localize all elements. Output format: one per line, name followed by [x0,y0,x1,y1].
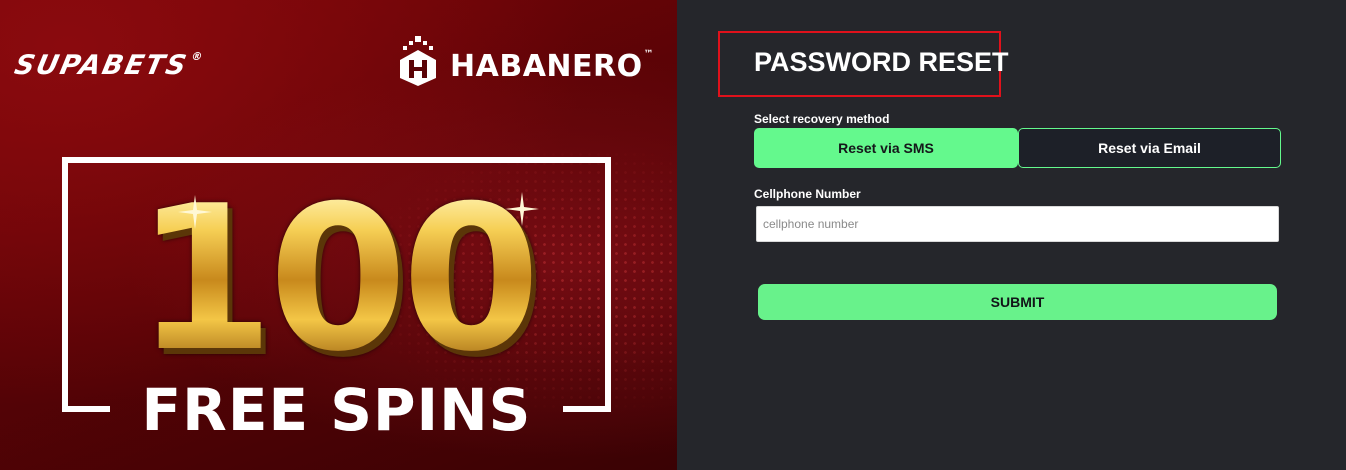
habanero-h-icon [400,36,436,86]
supabets-registered-mark: ® [190,50,206,63]
sparkle-icon [505,192,539,226]
cellphone-number-input[interactable] [756,206,1279,242]
headline-text: FREE SPINS [62,380,611,440]
promo-banner: SUPABETS® HABANERO™ 100 FREE SPINS [0,0,677,470]
headline-number: 100 [100,180,570,380]
habanero-logo-text: HABANERO [450,49,643,84]
password-reset-panel: PASSWORD RESET Select recovery method Re… [677,0,1346,470]
reset-via-sms-button[interactable]: Reset via SMS [754,128,1018,168]
reset-via-email-label: Reset via Email [1098,140,1201,156]
supabets-logo: SUPABETS® [12,50,206,81]
submit-button[interactable]: SUBMIT [758,284,1277,320]
habanero-logo: HABANERO™ [450,49,654,84]
cellphone-number-label: Cellphone Number [754,187,861,201]
supabets-logo-text: SUPABETS [11,50,191,81]
reset-via-email-button[interactable]: Reset via Email [1018,128,1281,168]
sparkle-icon [178,195,212,229]
habanero-trademark: ™ [643,49,655,60]
recovery-method-label: Select recovery method [754,112,890,126]
page-title: PASSWORD RESET [754,47,1009,77]
reset-via-sms-label: Reset via SMS [838,140,934,156]
headline-text-label: FREE SPINS [141,376,532,444]
